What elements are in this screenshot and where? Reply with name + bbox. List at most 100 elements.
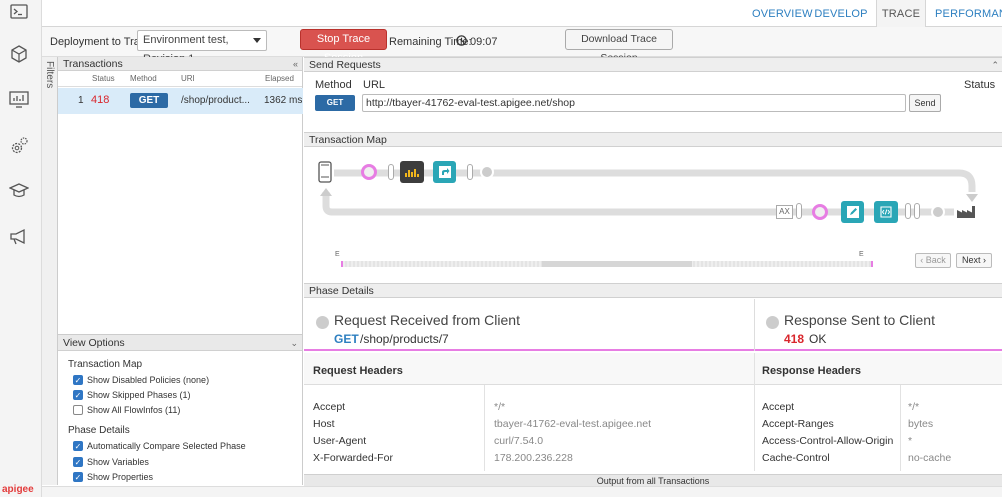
opt-label: Show Disabled Policies (none)	[87, 375, 210, 385]
header-key: Access-Control-Allow-Origin	[762, 435, 894, 447]
assign-message-policy-icon[interactable]	[433, 161, 456, 183]
transaction-map-title: Transaction Map	[309, 134, 387, 146]
header-key: Accept	[762, 401, 795, 413]
dashboard-icon[interactable]	[8, 89, 30, 111]
transactions-header: Transactions «	[58, 57, 302, 71]
opt-all-flowinfos[interactable]: Show All FlowInfos (11)	[73, 405, 180, 415]
collapse-up-icon[interactable]: ⌃	[991, 58, 999, 72]
tab-develop[interactable]: DEVELOP	[814, 0, 868, 27]
flow-separator	[467, 164, 473, 180]
timeline-end-tick: E	[859, 251, 864, 258]
chevron-down-icon	[253, 38, 261, 43]
opt-compare-phase[interactable]: ✓ Automatically Compare Selected Phase	[73, 441, 246, 451]
col-method: Method	[130, 74, 157, 83]
main-panel: Send Requests ⌃ Method URL Status GET ht…	[304, 57, 1002, 485]
send-requests-header: Send Requests ⌃	[304, 57, 1002, 72]
send-button[interactable]: Send	[909, 94, 941, 112]
header-value: bytes	[908, 418, 934, 430]
response-code: 418	[784, 332, 805, 346]
header-value: */*	[494, 401, 506, 413]
opt-show-variables[interactable]: ✓ Show Variables	[73, 457, 149, 467]
header-row: Accept */* Accept */*	[304, 399, 1002, 416]
transaction-map-group: Transaction Map	[68, 359, 143, 370]
collapse-left-icon[interactable]: «	[293, 57, 298, 71]
phase-details-title: Phase Details	[309, 285, 374, 297]
phase-status-dot	[316, 316, 329, 329]
edit-policy-icon[interactable]	[841, 201, 864, 223]
method-label: Method	[315, 79, 352, 91]
checkbox-checked-icon[interactable]: ✓	[73, 441, 83, 451]
trace-toolbar: Deployment to Trace Environment test, Re…	[42, 27, 1002, 65]
package-icon[interactable]	[8, 43, 30, 65]
graduation-cap-icon[interactable]	[8, 180, 30, 202]
timeline-marker	[341, 261, 343, 267]
request-phase-dot[interactable]	[361, 164, 377, 180]
method-select-button[interactable]: GET	[315, 95, 355, 111]
url-input[interactable]: http://tbayer-41762-eval-test.apigee.net…	[362, 94, 906, 112]
opt-label: Show Properties	[87, 472, 154, 482]
phase-details-group: Phase Details	[68, 425, 130, 436]
table-row[interactable]: 1 418 GET /shop/product... 1362 ms	[58, 88, 303, 114]
app-sidebar: apigee	[0, 0, 42, 497]
tab-performance[interactable]: PERFORMANCE	[935, 0, 1002, 27]
request-phase-panel[interactable]: Request Received from Client GET /shop/p…	[304, 299, 754, 351]
checkbox-checked-icon[interactable]: ✓	[73, 472, 83, 482]
response-phase-panel[interactable]: Response Sent to Client 418 OK	[755, 299, 1002, 351]
phase-dot[interactable]	[931, 205, 945, 219]
checkbox-unchecked-icon[interactable]	[73, 405, 83, 415]
code-policy-icon[interactable]	[874, 201, 898, 223]
clock-icon	[456, 35, 467, 49]
header-key: Accept	[313, 401, 346, 413]
back-button[interactable]: ‹ Back	[915, 253, 951, 268]
opt-skipped-phases[interactable]: ✓ Show Skipped Phases (1)	[73, 390, 191, 400]
filters-label: Filters	[44, 61, 55, 89]
header-key: User-Agent	[313, 435, 367, 447]
flow-separator	[914, 203, 920, 219]
view-options-title: View Options	[63, 337, 125, 349]
output-footer[interactable]: Output from all Transactions	[304, 474, 1002, 486]
timeline-start-tick: E	[335, 251, 340, 258]
view-options-panel: View Options ⌄ Transaction Map ✓ Show Dis…	[58, 334, 303, 485]
next-button[interactable]: Next ›	[956, 253, 992, 268]
opt-show-properties[interactable]: ✓ Show Properties	[73, 472, 153, 482]
header-value: */*	[908, 401, 920, 413]
filters-strip[interactable]: Filters	[42, 57, 58, 485]
url-label: URL	[363, 79, 386, 91]
view-options-header: View Options ⌄	[58, 335, 302, 351]
phase-status-dot	[766, 316, 779, 329]
timeline-marker	[871, 261, 873, 267]
header-row: Host tbayer-41762-eval-test.apigee.net A…	[304, 416, 1002, 433]
terminal-icon[interactable]	[8, 1, 30, 23]
header-value: *	[908, 435, 913, 447]
row-method-badge: GET	[130, 93, 168, 108]
stop-trace-button[interactable]: Stop Trace Session	[300, 29, 387, 64]
opt-disabled-policies[interactable]: ✓ Show Disabled Policies (none)	[73, 375, 209, 385]
opt-label: Show Skipped Phases (1)	[87, 390, 191, 400]
tab-overview[interactable]: OVERVIEW	[752, 0, 812, 27]
checkbox-checked-icon[interactable]: ✓	[73, 457, 83, 467]
megaphone-icon[interactable]	[8, 226, 30, 248]
header-key: Accept-Ranges	[762, 418, 834, 430]
checkbox-checked-icon[interactable]: ✓	[73, 390, 83, 400]
col-status: Status	[92, 74, 115, 83]
row-uri: /shop/product...	[181, 95, 250, 106]
checkbox-checked-icon[interactable]: ✓	[73, 375, 83, 385]
gears-icon[interactable]	[8, 135, 30, 157]
row-index: 1	[78, 95, 84, 106]
header-value: tbayer-41762-eval-test.apigee.net	[494, 418, 652, 430]
row-elapsed: 1362 ms	[264, 95, 303, 106]
collapse-down-icon[interactable]: ⌄	[290, 335, 298, 351]
phase-dot[interactable]	[480, 165, 494, 179]
deployment-select[interactable]: Environment test, Revision 1	[137, 30, 267, 65]
header-value: 178.200.236.228	[494, 452, 573, 464]
analytics-policy-icon[interactable]	[400, 161, 424, 183]
response-phase-dot[interactable]	[812, 204, 828, 220]
flow-separator	[388, 164, 394, 180]
download-trace-button[interactable]: Download Trace Session	[565, 29, 673, 64]
response-status: OK	[809, 332, 827, 346]
top-nav: OVERVIEW DEVELOP TRACE PERFORMANCE	[42, 0, 1002, 28]
tab-trace[interactable]: TRACE	[876, 0, 926, 28]
row-status: 418	[91, 94, 110, 106]
flow-separator	[905, 203, 911, 219]
ax-badge[interactable]: AX	[776, 205, 793, 219]
